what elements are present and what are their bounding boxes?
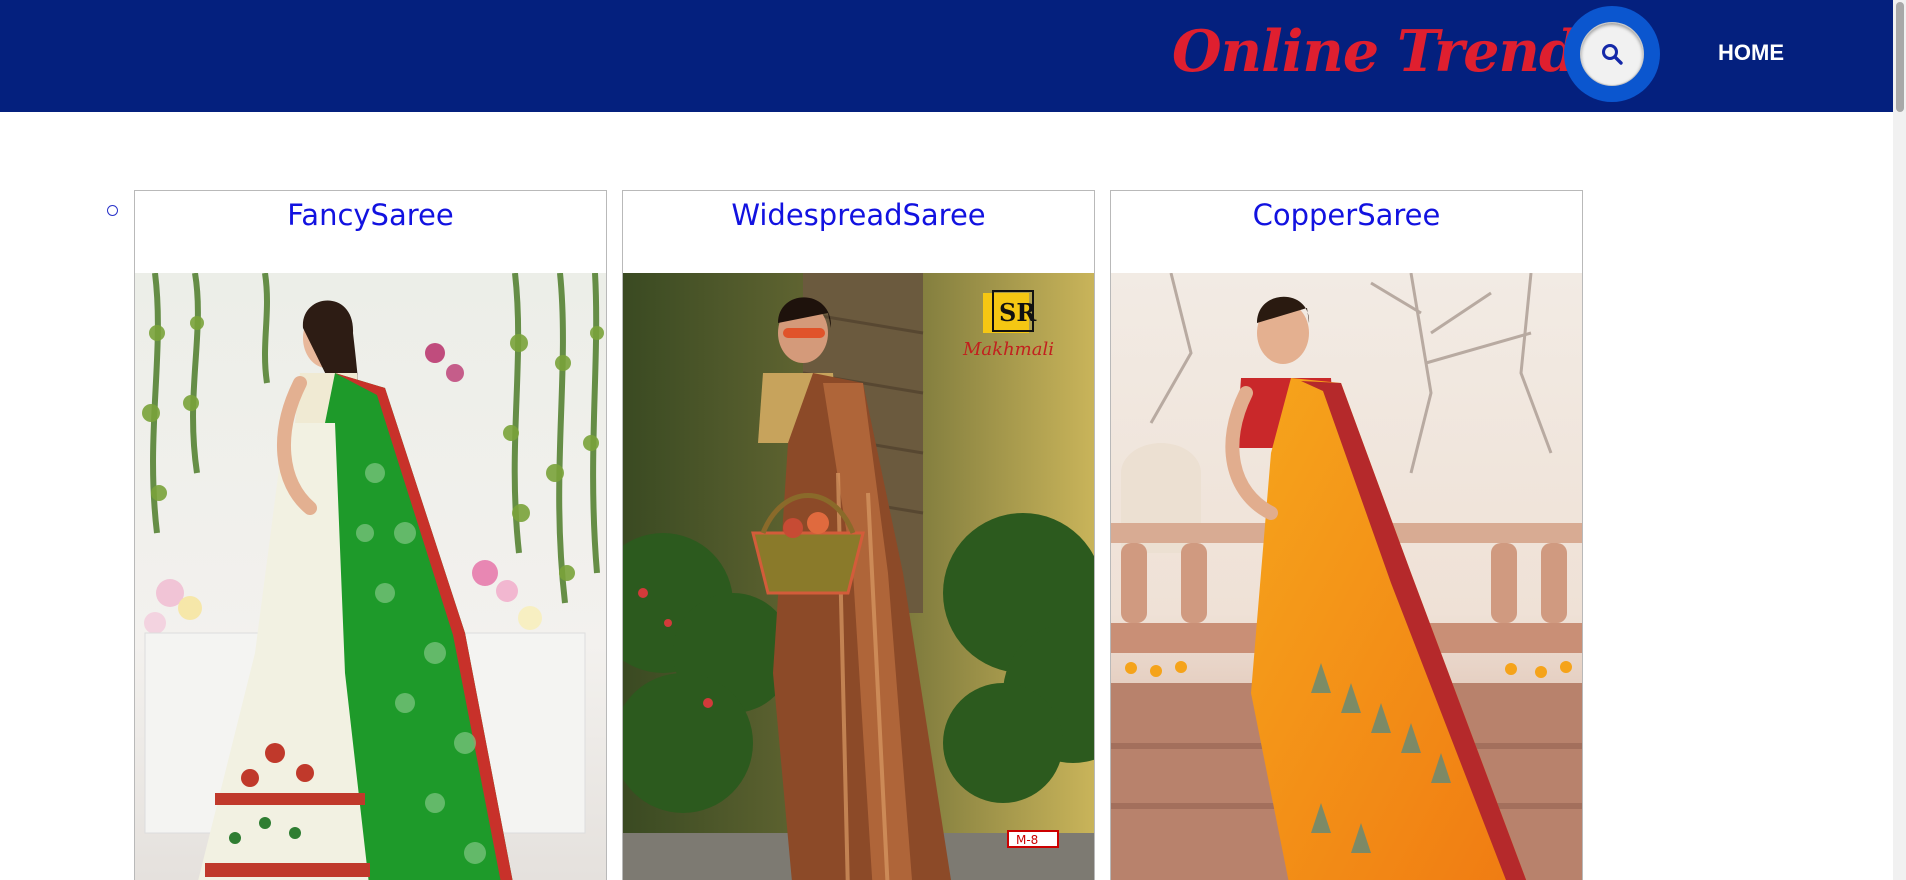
search-button-ring: [1564, 6, 1660, 102]
vertical-scrollbar[interactable]: [1893, 0, 1906, 880]
search-button[interactable]: [1580, 22, 1644, 86]
product-title[interactable]: FancySaree: [135, 194, 606, 236]
scrollbar-thumb[interactable]: [1896, 2, 1904, 112]
product-image[interactable]: SR Makhmali M-8: [623, 273, 1094, 880]
list-bullet: [107, 205, 118, 216]
page: Online Trends HOME FancySaree Widespread…: [0, 0, 1906, 880]
watermark-brand: Makhmali: [962, 339, 1054, 360]
item-code-tag: M-8: [1016, 833, 1038, 847]
brand-logo[interactable]: Online Trends: [1172, 12, 1610, 92]
product-image[interactable]: [1111, 273, 1582, 880]
product-image[interactable]: [135, 273, 606, 880]
product-title[interactable]: CopperSaree: [1111, 194, 1582, 236]
svg-text:SR: SR: [999, 298, 1037, 327]
product-title[interactable]: WidespreadSaree: [623, 194, 1094, 236]
top-header: Online Trends HOME: [0, 0, 1893, 112]
product-card-fancysaree[interactable]: FancySaree: [134, 190, 607, 880]
search-icon: [1602, 44, 1623, 65]
product-card-widespreadsaree[interactable]: WidespreadSaree SR Makhmali M-8: [622, 190, 1095, 880]
product-card-coppersaree[interactable]: CopperSaree: [1110, 190, 1583, 880]
nav-home-link[interactable]: HOME: [1718, 40, 1784, 66]
